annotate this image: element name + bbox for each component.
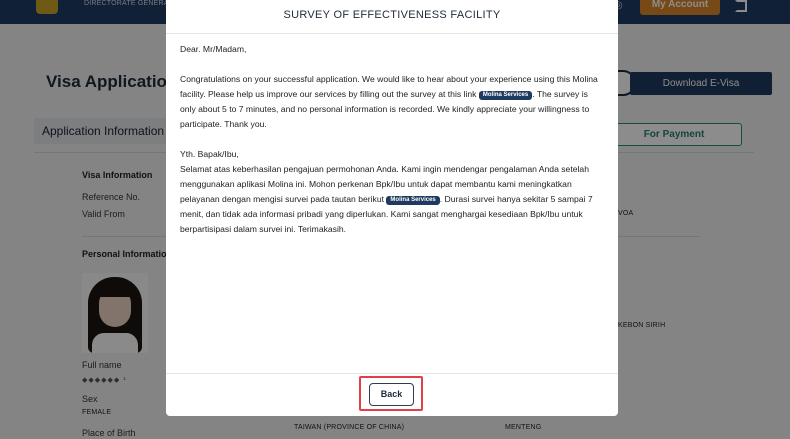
- english-greeting: Dear. Mr/Madam,: [180, 44, 247, 54]
- modal-divider-top: [166, 33, 618, 34]
- indonesian-message: Selamat atas keberhasilan pengajuan perm…: [180, 162, 604, 237]
- molina-services-link[interactable]: Molina Services: [478, 91, 533, 100]
- indonesian-greeting: Yth. Bapak/Ibu,: [180, 149, 239, 159]
- modal-divider-bottom: [166, 373, 618, 374]
- modal-body: Dear. Mr/Madam, Congratulations on your …: [180, 42, 604, 252]
- molina-services-link-id[interactable]: Molina Services: [386, 196, 440, 205]
- survey-modal: SURVEY OF EFFECTIVENESS FACILITY Dear. M…: [166, 0, 618, 416]
- back-button[interactable]: Back: [369, 383, 414, 406]
- modal-title: SURVEY OF EFFECTIVENESS FACILITY: [283, 9, 501, 21]
- english-message: Congratulations on your successful appli…: [180, 72, 604, 132]
